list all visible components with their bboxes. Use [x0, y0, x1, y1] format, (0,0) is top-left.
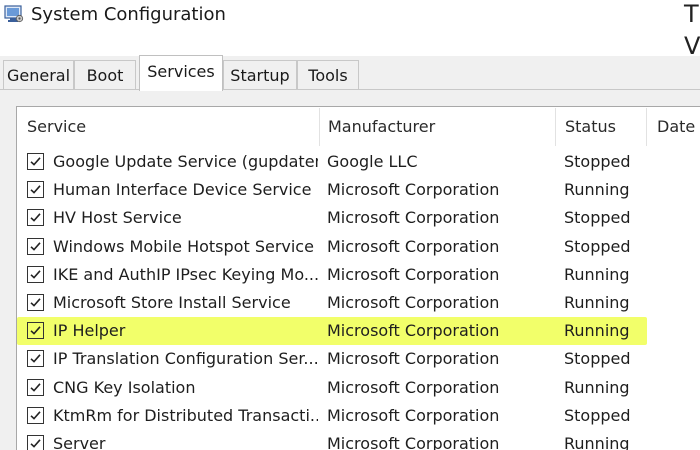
service-manufacturer: Microsoft Corporation [327, 236, 500, 256]
service-checkbox[interactable] [27, 209, 44, 227]
service-name: KtmRm for Distributed Transacti... [53, 405, 318, 425]
tab-startup[interactable]: Startup [223, 60, 297, 89]
service-checkbox[interactable] [27, 181, 44, 199]
service-manufacturer: Microsoft Corporation [327, 377, 500, 397]
service-row[interactable]: CNG Key Isolation Microsoft Corporation … [17, 374, 700, 402]
service-name: IP Helper [53, 321, 126, 341]
service-manufacturer: Microsoft Corporation [327, 433, 500, 450]
service-status: Running [564, 264, 630, 284]
service-manufacturer: Microsoft Corporation [327, 321, 500, 341]
checkmark-icon [30, 213, 41, 223]
service-name: HV Host Service [53, 208, 182, 228]
service-status: Running [564, 292, 630, 312]
service-name: CNG Key Isolation [53, 377, 196, 397]
checkmark-icon [30, 270, 41, 279]
service-name: Google Update Service (gupdatem) [53, 152, 318, 171]
service-status: Stopped [564, 236, 631, 256]
service-row[interactable]: Windows Mobile Hotspot Service Microsoft… [17, 233, 700, 261]
column-header-status[interactable]: Status [555, 108, 645, 146]
service-row[interactable]: Human Interface Device Service Microsoft… [17, 176, 700, 204]
service-status: Running [564, 321, 630, 341]
service-checkbox[interactable] [27, 434, 44, 450]
service-checkbox[interactable] [27, 293, 44, 311]
tab-general[interactable]: General [3, 60, 74, 89]
service-status: Running [564, 433, 630, 450]
service-status: Stopped [564, 349, 631, 369]
service-row[interactable]: Microsoft Store Install Service Microsof… [17, 289, 700, 317]
service-status: Running [564, 180, 630, 200]
service-manufacturer: Microsoft Corporation [327, 292, 500, 312]
service-checkbox[interactable] [27, 406, 44, 424]
service-checkbox[interactable] [27, 153, 44, 170]
service-name: Microsoft Store Install Service [53, 292, 291, 312]
service-checkbox[interactable] [27, 350, 44, 368]
service-name: IP Translation Configuration Ser... [53, 349, 318, 369]
tab-divider [0, 89, 700, 90]
service-row[interactable]: HV Host Service Microsoft Corporation St… [17, 204, 700, 232]
tab-services[interactable]: Services [139, 55, 223, 91]
checkmark-icon [30, 185, 41, 194]
service-row[interactable]: IP Translation Configuration Ser... Micr… [17, 345, 700, 373]
checkmark-icon [30, 382, 41, 392]
service-checkbox[interactable] [27, 265, 44, 283]
tab-boot[interactable]: Boot [74, 60, 136, 89]
service-checkbox[interactable] [27, 322, 44, 340]
service-status: Stopped [564, 152, 631, 171]
service-row-highlighted[interactable]: IP Helper Microsoft Corporation Running [17, 317, 700, 346]
service-manufacturer: Microsoft Corporation [327, 264, 500, 284]
service-name: Human Interface Device Service [53, 180, 312, 200]
checkmark-icon [30, 354, 41, 364]
service-manufacturer: Microsoft Corporation [327, 349, 500, 369]
service-manufacturer: Google LLC [327, 152, 418, 171]
service-row[interactable]: Google Update Service (gupdatem) Google … [17, 148, 700, 176]
msconfig-app-icon [4, 5, 24, 23]
service-row[interactable]: IKE and AuthIP IPsec Keying Mo... Micros… [17, 261, 700, 289]
service-checkbox[interactable] [27, 237, 44, 255]
service-manufacturer: Microsoft Corporation [327, 180, 500, 200]
service-name: Server [53, 433, 106, 450]
service-status: Stopped [564, 405, 631, 425]
service-checkbox[interactable] [27, 378, 44, 396]
service-name: IKE and AuthIP IPsec Keying Mo... [53, 264, 318, 284]
column-header-manufacturer[interactable]: Manufacturer [318, 108, 555, 146]
service-name: Windows Mobile Hotspot Service [53, 236, 314, 256]
service-manufacturer: Microsoft Corporation [327, 405, 500, 425]
checkmark-icon [30, 157, 41, 166]
background-text-1: T [684, 0, 699, 28]
checkmark-icon [30, 241, 41, 251]
checkmark-icon [30, 326, 41, 335]
service-row[interactable]: KtmRm for Distributed Transacti... Micro… [17, 402, 700, 430]
service-manufacturer: Microsoft Corporation [327, 208, 500, 228]
services-rows: Google Update Service (gupdatem) Google … [17, 148, 700, 450]
service-row[interactable]: Server Microsoft Corporation Running [17, 430, 700, 450]
checkmark-icon [30, 410, 41, 420]
background-text-2: V [684, 32, 700, 60]
window-title: System Configuration [31, 4, 226, 25]
title-bar: System Configuration T V [0, 0, 700, 58]
checkmark-icon [30, 298, 41, 307]
column-header-service[interactable]: Service [17, 108, 319, 146]
service-status: Running [564, 377, 630, 397]
checkmark-icon [30, 439, 41, 448]
service-status: Stopped [564, 208, 631, 228]
column-header-date-disabled[interactable]: Date I [647, 108, 700, 146]
system-configuration-window: System Configuration T V General Boot Se… [0, 0, 700, 450]
tab-tools[interactable]: Tools [297, 60, 359, 89]
